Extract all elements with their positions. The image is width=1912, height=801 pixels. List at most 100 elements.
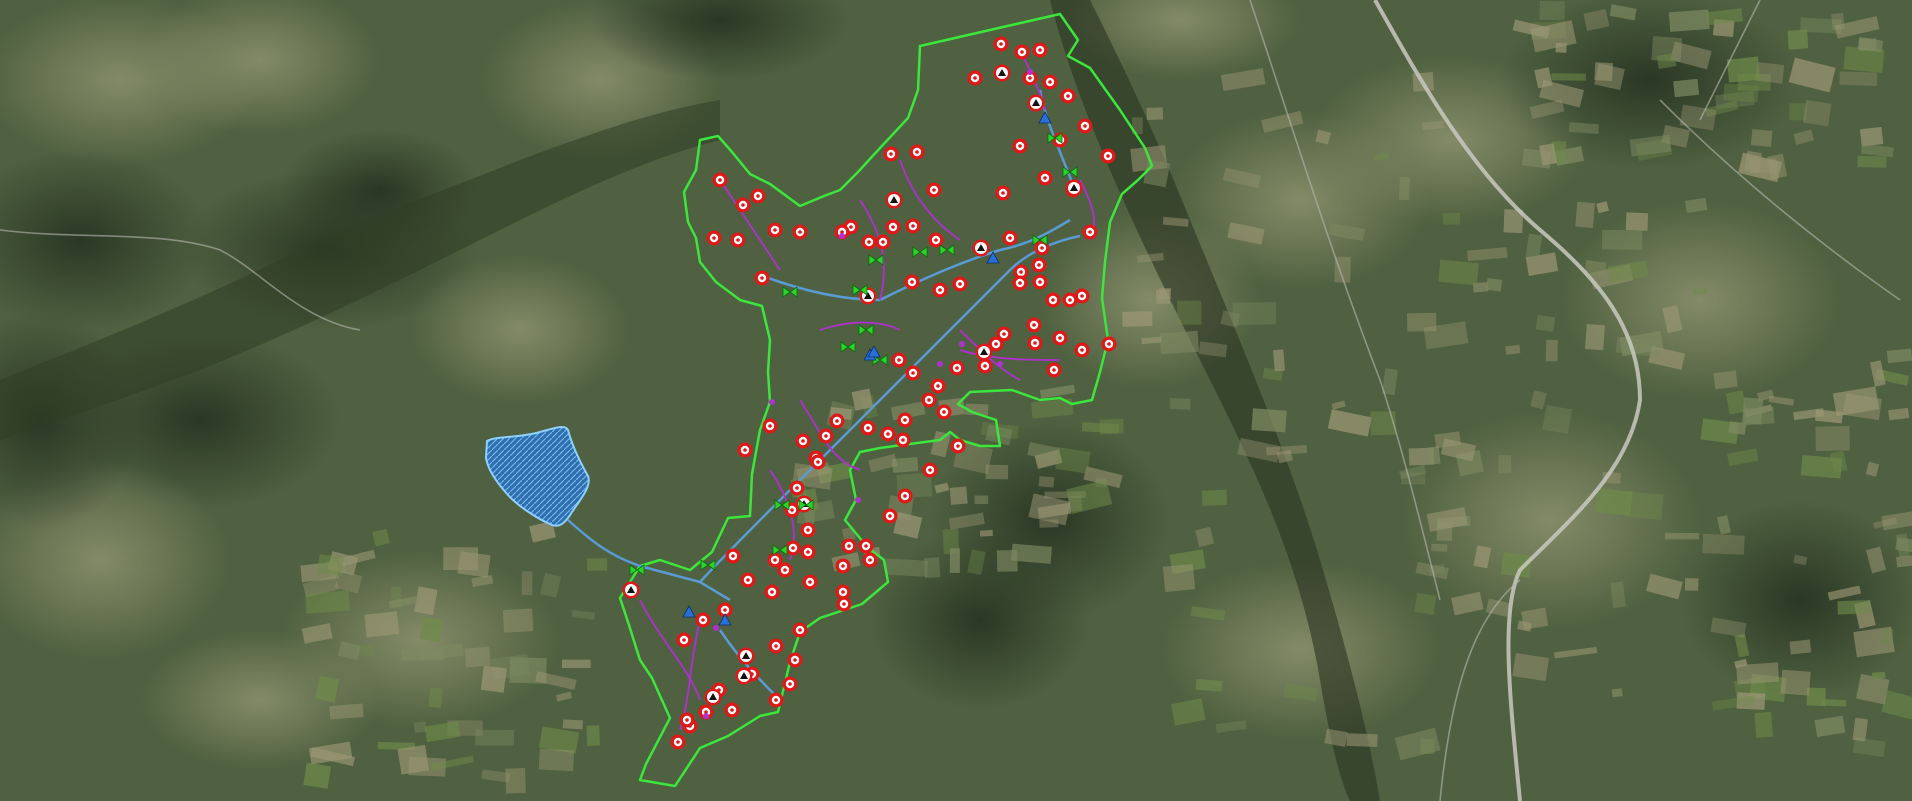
- hydrant-icon[interactable]: [1027, 335, 1043, 351]
- hydrant-icon[interactable]: [1032, 274, 1048, 290]
- hydrant-icon[interactable]: [695, 612, 711, 628]
- hydrant-icon[interactable]: [1046, 362, 1062, 378]
- hydrant-icon[interactable]: [858, 538, 874, 554]
- hydrant-icon[interactable]: [921, 392, 937, 408]
- hydrant-icon[interactable]: [880, 426, 896, 442]
- hydrant-icon[interactable]: [860, 420, 876, 436]
- hydrant-icon[interactable]: [785, 540, 801, 556]
- hydrant-icon[interactable]: [706, 230, 722, 246]
- hydrant-icon[interactable]: [922, 462, 938, 478]
- hydrant-icon[interactable]: [802, 574, 818, 590]
- hydrant-icon[interactable]: [1045, 292, 1061, 308]
- hydrant-icon[interactable]: [725, 548, 741, 564]
- hydrant-icon[interactable]: [730, 232, 746, 248]
- hydrant-icon[interactable]: [762, 418, 778, 434]
- hydrant-icon[interactable]: [950, 438, 966, 454]
- hydrant-icon[interactable]: [737, 442, 753, 458]
- hydrant-icon[interactable]: [767, 222, 783, 238]
- hydrant-icon[interactable]: [1062, 292, 1078, 308]
- hydrant-icon[interactable]: [1052, 330, 1068, 346]
- hydrant-icon[interactable]: [1032, 42, 1048, 58]
- tank-warning-icon[interactable]: [622, 581, 640, 599]
- hydrant-icon[interactable]: [750, 188, 766, 204]
- hydrant-icon[interactable]: [1082, 224, 1098, 240]
- hydrant-icon[interactable]: [712, 172, 728, 188]
- hydrant-icon[interactable]: [740, 572, 756, 588]
- hydrant-icon[interactable]: [897, 488, 913, 504]
- hydrant-icon[interactable]: [883, 146, 899, 162]
- hydrant-icon[interactable]: [1042, 74, 1058, 90]
- tank-warning-icon[interactable]: [737, 647, 755, 665]
- hydrant-icon[interactable]: [1012, 138, 1028, 154]
- hydrant-icon[interactable]: [1037, 170, 1053, 186]
- hydrant-icon[interactable]: [676, 632, 692, 648]
- tank-warning-icon[interactable]: [1027, 94, 1045, 112]
- hydrant-icon[interactable]: [724, 702, 740, 718]
- hydrant-icon[interactable]: [670, 734, 686, 750]
- hydrant-icon[interactable]: [1074, 342, 1090, 358]
- hydrant-icon[interactable]: [835, 558, 851, 574]
- hydrant-icon[interactable]: [792, 622, 808, 638]
- hydrant-icon[interactable]: [1031, 257, 1047, 273]
- hydrant-icon[interactable]: [754, 270, 770, 286]
- field-parcel: [1742, 397, 1764, 425]
- tank-warning-icon[interactable]: [704, 688, 722, 706]
- hydrant-icon[interactable]: [1012, 275, 1028, 291]
- hydrant-icon[interactable]: [841, 538, 857, 554]
- hydrant-icon[interactable]: [993, 36, 1009, 52]
- hydrant-icon[interactable]: [936, 404, 952, 420]
- hydrant-icon[interactable]: [949, 360, 965, 376]
- hydrant-icon[interactable]: [995, 185, 1011, 201]
- hydrant-icon[interactable]: [1026, 317, 1042, 333]
- hydrant-icon[interactable]: [977, 358, 993, 374]
- hydrant-icon[interactable]: [782, 676, 798, 692]
- hydrant-icon[interactable]: [875, 234, 891, 250]
- hydrant-icon[interactable]: [905, 365, 921, 381]
- tank-warning-icon[interactable]: [972, 239, 990, 257]
- hydrant-icon[interactable]: [1101, 336, 1117, 352]
- tank-warning-icon[interactable]: [975, 343, 993, 361]
- hydrant-icon[interactable]: [792, 224, 808, 240]
- hydrant-icon[interactable]: [861, 234, 877, 250]
- hydrant-icon[interactable]: [895, 432, 911, 448]
- hydrant-icon[interactable]: [928, 232, 944, 248]
- hydrant-icon[interactable]: [967, 70, 983, 86]
- hydrant-icon[interactable]: [1014, 44, 1030, 60]
- hydrant-icon[interactable]: [1077, 118, 1093, 134]
- hydrant-icon[interactable]: [952, 276, 968, 292]
- hydrant-icon[interactable]: [885, 219, 901, 235]
- hydrant-icon[interactable]: [789, 480, 805, 496]
- hydrant-icon[interactable]: [1060, 88, 1076, 104]
- hydrant-icon[interactable]: [862, 552, 878, 568]
- hydrant-icon[interactable]: [735, 197, 751, 213]
- tank-warning-icon[interactable]: [993, 64, 1011, 82]
- hydrant-icon[interactable]: [795, 433, 811, 449]
- hydrant-icon[interactable]: [800, 522, 816, 538]
- hydrant-icon[interactable]: [810, 454, 826, 470]
- hydrant-icon[interactable]: [905, 218, 921, 234]
- hydrant-icon[interactable]: [836, 596, 852, 612]
- hydrant-icon[interactable]: [932, 282, 948, 298]
- hydrant-icon[interactable]: [818, 428, 834, 444]
- tank-warning-icon[interactable]: [1065, 179, 1083, 197]
- hydrant-icon[interactable]: [829, 413, 845, 429]
- hydrant-icon[interactable]: [904, 274, 920, 290]
- hydrant-icon[interactable]: [800, 544, 816, 560]
- hydrant-icon[interactable]: [1100, 148, 1116, 164]
- hydrant-icon[interactable]: [768, 692, 784, 708]
- hydrant-icon[interactable]: [787, 652, 803, 668]
- hydrant-icon[interactable]: [926, 182, 942, 198]
- tank-warning-icon[interactable]: [735, 667, 753, 685]
- hydrant-icon[interactable]: [764, 584, 780, 600]
- tank-warning-icon[interactable]: [885, 191, 903, 209]
- map-canvas[interactable]: [0, 0, 1912, 801]
- hydrant-icon[interactable]: [882, 508, 898, 524]
- hydrant-icon[interactable]: [777, 562, 793, 578]
- hydrant-icon[interactable]: [891, 352, 907, 368]
- hydrant-icon[interactable]: [897, 412, 913, 428]
- hydrant-icon[interactable]: [1002, 230, 1018, 246]
- hydrant-icon[interactable]: [909, 144, 925, 160]
- hydrant-icon[interactable]: [930, 378, 946, 394]
- hydrant-icon[interactable]: [768, 638, 784, 654]
- hydrant-icon[interactable]: [679, 712, 695, 728]
